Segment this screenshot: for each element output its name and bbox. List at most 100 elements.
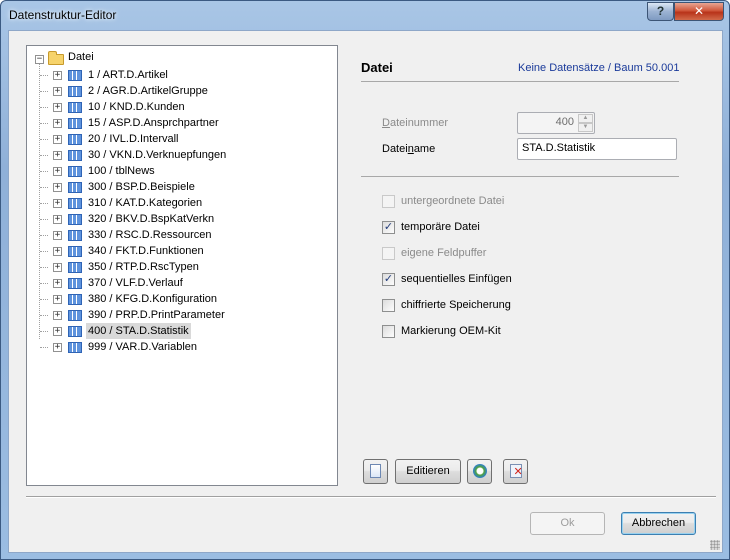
tree-connector xyxy=(40,75,48,76)
tree-item-label[interactable]: 10 / KND.D.Kunden xyxy=(88,99,185,115)
expand-icon[interactable]: + xyxy=(53,135,62,144)
tree-connector xyxy=(40,107,48,108)
tree-item[interactable]: +400 / STA.D.Statistik xyxy=(27,323,327,339)
tree-item[interactable]: +1 / ART.D.Artikel xyxy=(27,67,327,83)
expand-icon[interactable]: + xyxy=(53,103,62,112)
table-icon xyxy=(68,150,82,161)
table-icon xyxy=(68,134,82,145)
tree-item[interactable]: +999 / VAR.D.Variablen xyxy=(27,339,327,355)
tree-item[interactable]: +390 / PRP.D.PrintParameter xyxy=(27,307,327,323)
tree-item-label[interactable]: 1 / ART.D.Artikel xyxy=(88,67,168,83)
tree-item[interactable]: +370 / VLF.D.Verlauf xyxy=(27,275,327,291)
tree-item-label[interactable]: 400 / STA.D.Statistik xyxy=(86,323,191,339)
option-checkbox[interactable]: ✓ xyxy=(382,221,395,234)
tree-root-label[interactable]: Datei xyxy=(68,51,94,63)
tree-item[interactable]: +330 / RSC.D.Ressourcen xyxy=(27,227,327,243)
details-title: Datei xyxy=(361,60,393,75)
folder-icon xyxy=(48,51,64,65)
tree-item-label[interactable]: 15 / ASP.D.Ansprchpartner xyxy=(88,115,219,131)
option-checkbox[interactable] xyxy=(382,325,395,338)
title-bar[interactable]: Datenstruktur-Editor ? ✕ xyxy=(1,1,729,29)
tree-item-label[interactable]: 100 / tblNews xyxy=(88,163,155,179)
tree-connector xyxy=(40,251,48,252)
tree-item-label[interactable]: 999 / VAR.D.Variablen xyxy=(88,339,197,355)
new-file-button[interactable] xyxy=(363,459,388,484)
tree-item-label[interactable]: 300 / BSP.D.Beispiele xyxy=(88,179,195,195)
expand-icon[interactable]: + xyxy=(53,167,62,176)
expand-icon[interactable]: + xyxy=(53,199,62,208)
tree-connector xyxy=(40,91,48,92)
details-divider-mid xyxy=(361,176,679,177)
tree-connector xyxy=(40,187,48,188)
tree-item-label[interactable]: 310 / KAT.D.Kategorien xyxy=(88,195,202,211)
table-icon xyxy=(68,294,82,305)
option-checkbox-row[interactable]: chiffrierte Speicherung xyxy=(382,298,582,314)
expand-icon[interactable]: + xyxy=(53,311,62,320)
option-label: Markierung OEM-Kit xyxy=(401,325,501,337)
tree-item-label[interactable]: 350 / RTP.D.RscTypen xyxy=(88,259,199,275)
expand-icon[interactable]: + xyxy=(53,327,62,336)
tree-item[interactable]: +350 / RTP.D.RscTypen xyxy=(27,259,327,275)
table-icon xyxy=(68,118,82,129)
dialog-client-area: − Datei +1 / ART.D.Artikel +2 / AGR.D.Art… xyxy=(8,30,723,553)
expand-icon[interactable]: + xyxy=(53,247,62,256)
refresh-button[interactable] xyxy=(467,459,492,484)
resize-grip-icon[interactable] xyxy=(710,540,720,550)
expand-icon[interactable]: + xyxy=(53,71,62,80)
expand-icon[interactable]: + xyxy=(53,263,62,272)
dateiname-field[interactable]: STA.D.Statistik xyxy=(517,138,677,160)
table-icon xyxy=(68,278,82,289)
tree-item-label[interactable]: 30 / VKN.D.Verknuepfungen xyxy=(88,147,226,163)
tree-item[interactable]: +10 / KND.D.Kunden xyxy=(27,99,327,115)
tree-item[interactable]: +300 / BSP.D.Beispiele xyxy=(27,179,327,195)
expand-icon[interactable]: + xyxy=(53,119,62,128)
tree-item[interactable]: +100 / tblNews xyxy=(27,163,327,179)
tree-item-label[interactable]: 340 / FKT.D.Funktionen xyxy=(88,243,204,259)
tree-item[interactable]: +320 / BKV.D.BspKatVerkn xyxy=(27,211,327,227)
option-checkbox[interactable] xyxy=(382,299,395,312)
expand-icon[interactable]: + xyxy=(53,215,62,224)
tree-item[interactable]: +380 / KFG.D.Konfiguration xyxy=(27,291,327,307)
expand-icon[interactable]: + xyxy=(53,295,62,304)
spin-down-icon[interactable]: ▼ xyxy=(578,123,593,132)
table-icon xyxy=(68,342,82,353)
file-tree[interactable]: − Datei +1 / ART.D.Artikel +2 / AGR.D.Art… xyxy=(26,45,338,486)
tree-item[interactable]: +20 / IVL.D.Intervall xyxy=(27,131,327,147)
ok-button[interactable]: Ok xyxy=(530,512,605,535)
dateinummer-label: Dateinummer xyxy=(382,117,449,129)
expand-icon[interactable]: + xyxy=(53,87,62,96)
expand-icon[interactable]: + xyxy=(53,231,62,240)
dateinummer-field[interactable]: 400 ▲ ▼ xyxy=(517,112,595,134)
tree-item[interactable]: +310 / KAT.D.Kategorien xyxy=(27,195,327,211)
spin-up-icon[interactable]: ▲ xyxy=(578,114,593,123)
option-checkbox xyxy=(382,195,395,208)
option-checkbox-row[interactable]: ✓ sequentielles Einfügen xyxy=(382,272,582,288)
tree-item-label[interactable]: 2 / AGR.D.ArtikelGruppe xyxy=(88,83,208,99)
expand-icon[interactable]: + xyxy=(53,183,62,192)
edit-button[interactable]: Editieren xyxy=(395,459,461,484)
option-checkbox-row[interactable]: ✓ temporäre Datei xyxy=(382,220,582,236)
expand-icon[interactable]: + xyxy=(53,151,62,160)
tree-item-label[interactable]: 390 / PRP.D.PrintParameter xyxy=(88,307,225,323)
delete-document-icon xyxy=(509,464,523,478)
tree-item[interactable]: +340 / FKT.D.Funktionen xyxy=(27,243,327,259)
collapse-root-icon[interactable]: − xyxy=(35,55,44,64)
option-checkbox[interactable]: ✓ xyxy=(382,273,395,286)
tree-item[interactable]: +2 / AGR.D.ArtikelGruppe xyxy=(27,83,327,99)
option-checkbox-row[interactable]: Markierung OEM-Kit xyxy=(382,324,582,340)
expand-icon[interactable]: + xyxy=(53,343,62,352)
cancel-button[interactable]: Abbrechen xyxy=(621,512,696,535)
tree-item-label[interactable]: 320 / BKV.D.BspKatVerkn xyxy=(88,211,214,227)
option-checkbox-row: eigene Feldpuffer xyxy=(382,246,582,262)
tree-item[interactable]: +15 / ASP.D.Ansprchpartner xyxy=(27,115,327,131)
tree-item-label[interactable]: 20 / IVL.D.Intervall xyxy=(88,131,179,147)
close-button[interactable]: ✕ xyxy=(674,2,724,21)
tree-item-label[interactable]: 370 / VLF.D.Verlauf xyxy=(88,275,183,291)
help-button[interactable]: ? xyxy=(647,2,674,21)
tree-connector xyxy=(40,123,48,124)
expand-icon[interactable]: + xyxy=(53,279,62,288)
delete-file-button[interactable] xyxy=(503,459,528,484)
tree-item[interactable]: +30 / VKN.D.Verknuepfungen xyxy=(27,147,327,163)
tree-item-label[interactable]: 330 / RSC.D.Ressourcen xyxy=(88,227,212,243)
tree-item-label[interactable]: 380 / KFG.D.Konfiguration xyxy=(88,291,217,307)
